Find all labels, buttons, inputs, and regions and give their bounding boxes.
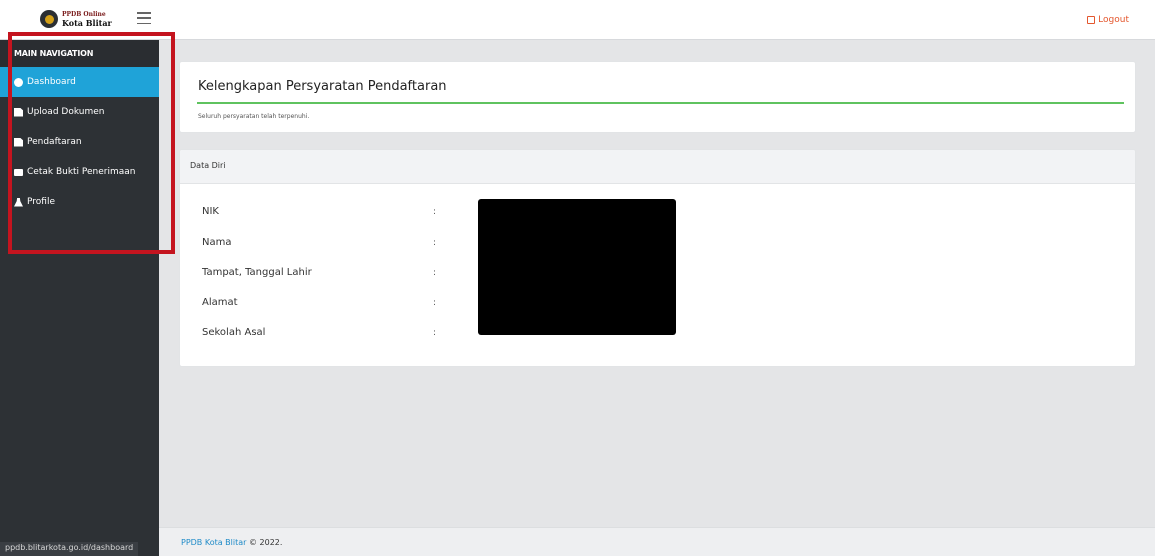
logout-link[interactable]: Logout — [1087, 15, 1129, 25]
field-separator: : — [433, 268, 437, 278]
card-title: Data Diri — [180, 150, 1135, 184]
page-title: Kelengkapan Persyaratan Pendaftaran — [198, 79, 447, 94]
field-separator: : — [433, 298, 437, 308]
field-label-birth: Tampat, Tanggal Lahir — [202, 267, 312, 278]
app-logo[interactable]: PPDB Online Kota Blitar — [40, 10, 112, 28]
field-label-alamat: Alamat — [202, 297, 238, 308]
field-separator: : — [433, 238, 437, 248]
field-separator: : — [433, 328, 437, 338]
browser-status-url: ppdb.blitarkota.go.id/dashboard — [0, 542, 139, 556]
personal-data-card: Data Diri NIK : Nama : Tampat, Tanggal L… — [179, 149, 1136, 367]
logout-label: Logout — [1098, 15, 1129, 25]
menu-toggle-icon[interactable] — [137, 12, 151, 24]
field-label-nama: Nama — [202, 237, 232, 248]
logo-line2: Kota Blitar — [62, 18, 112, 28]
footer-copyright: © 2022. — [248, 538, 283, 547]
annotation-highlight-box — [8, 32, 175, 254]
main-content: Kelengkapan Persyaratan Pendaftaran Selu… — [159, 41, 1155, 527]
requirements-card: Kelengkapan Persyaratan Pendaftaran Selu… — [179, 61, 1136, 133]
field-separator: : — [433, 207, 437, 217]
page-footer: PPDB Kota Blitar © 2022. — [159, 527, 1155, 556]
field-label-sekolah-asal: Sekolah Asal — [202, 327, 266, 338]
footer-brand-link[interactable]: PPDB Kota Blitar — [181, 538, 246, 547]
sign-out-icon — [1087, 16, 1096, 24]
emblem-icon — [40, 10, 58, 28]
success-divider — [197, 102, 1124, 104]
redacted-values-block — [478, 199, 676, 335]
requirements-status-text: Seluruh persyaratan telah terpenuhi. — [198, 113, 310, 120]
field-label-nik: NIK — [202, 206, 219, 217]
